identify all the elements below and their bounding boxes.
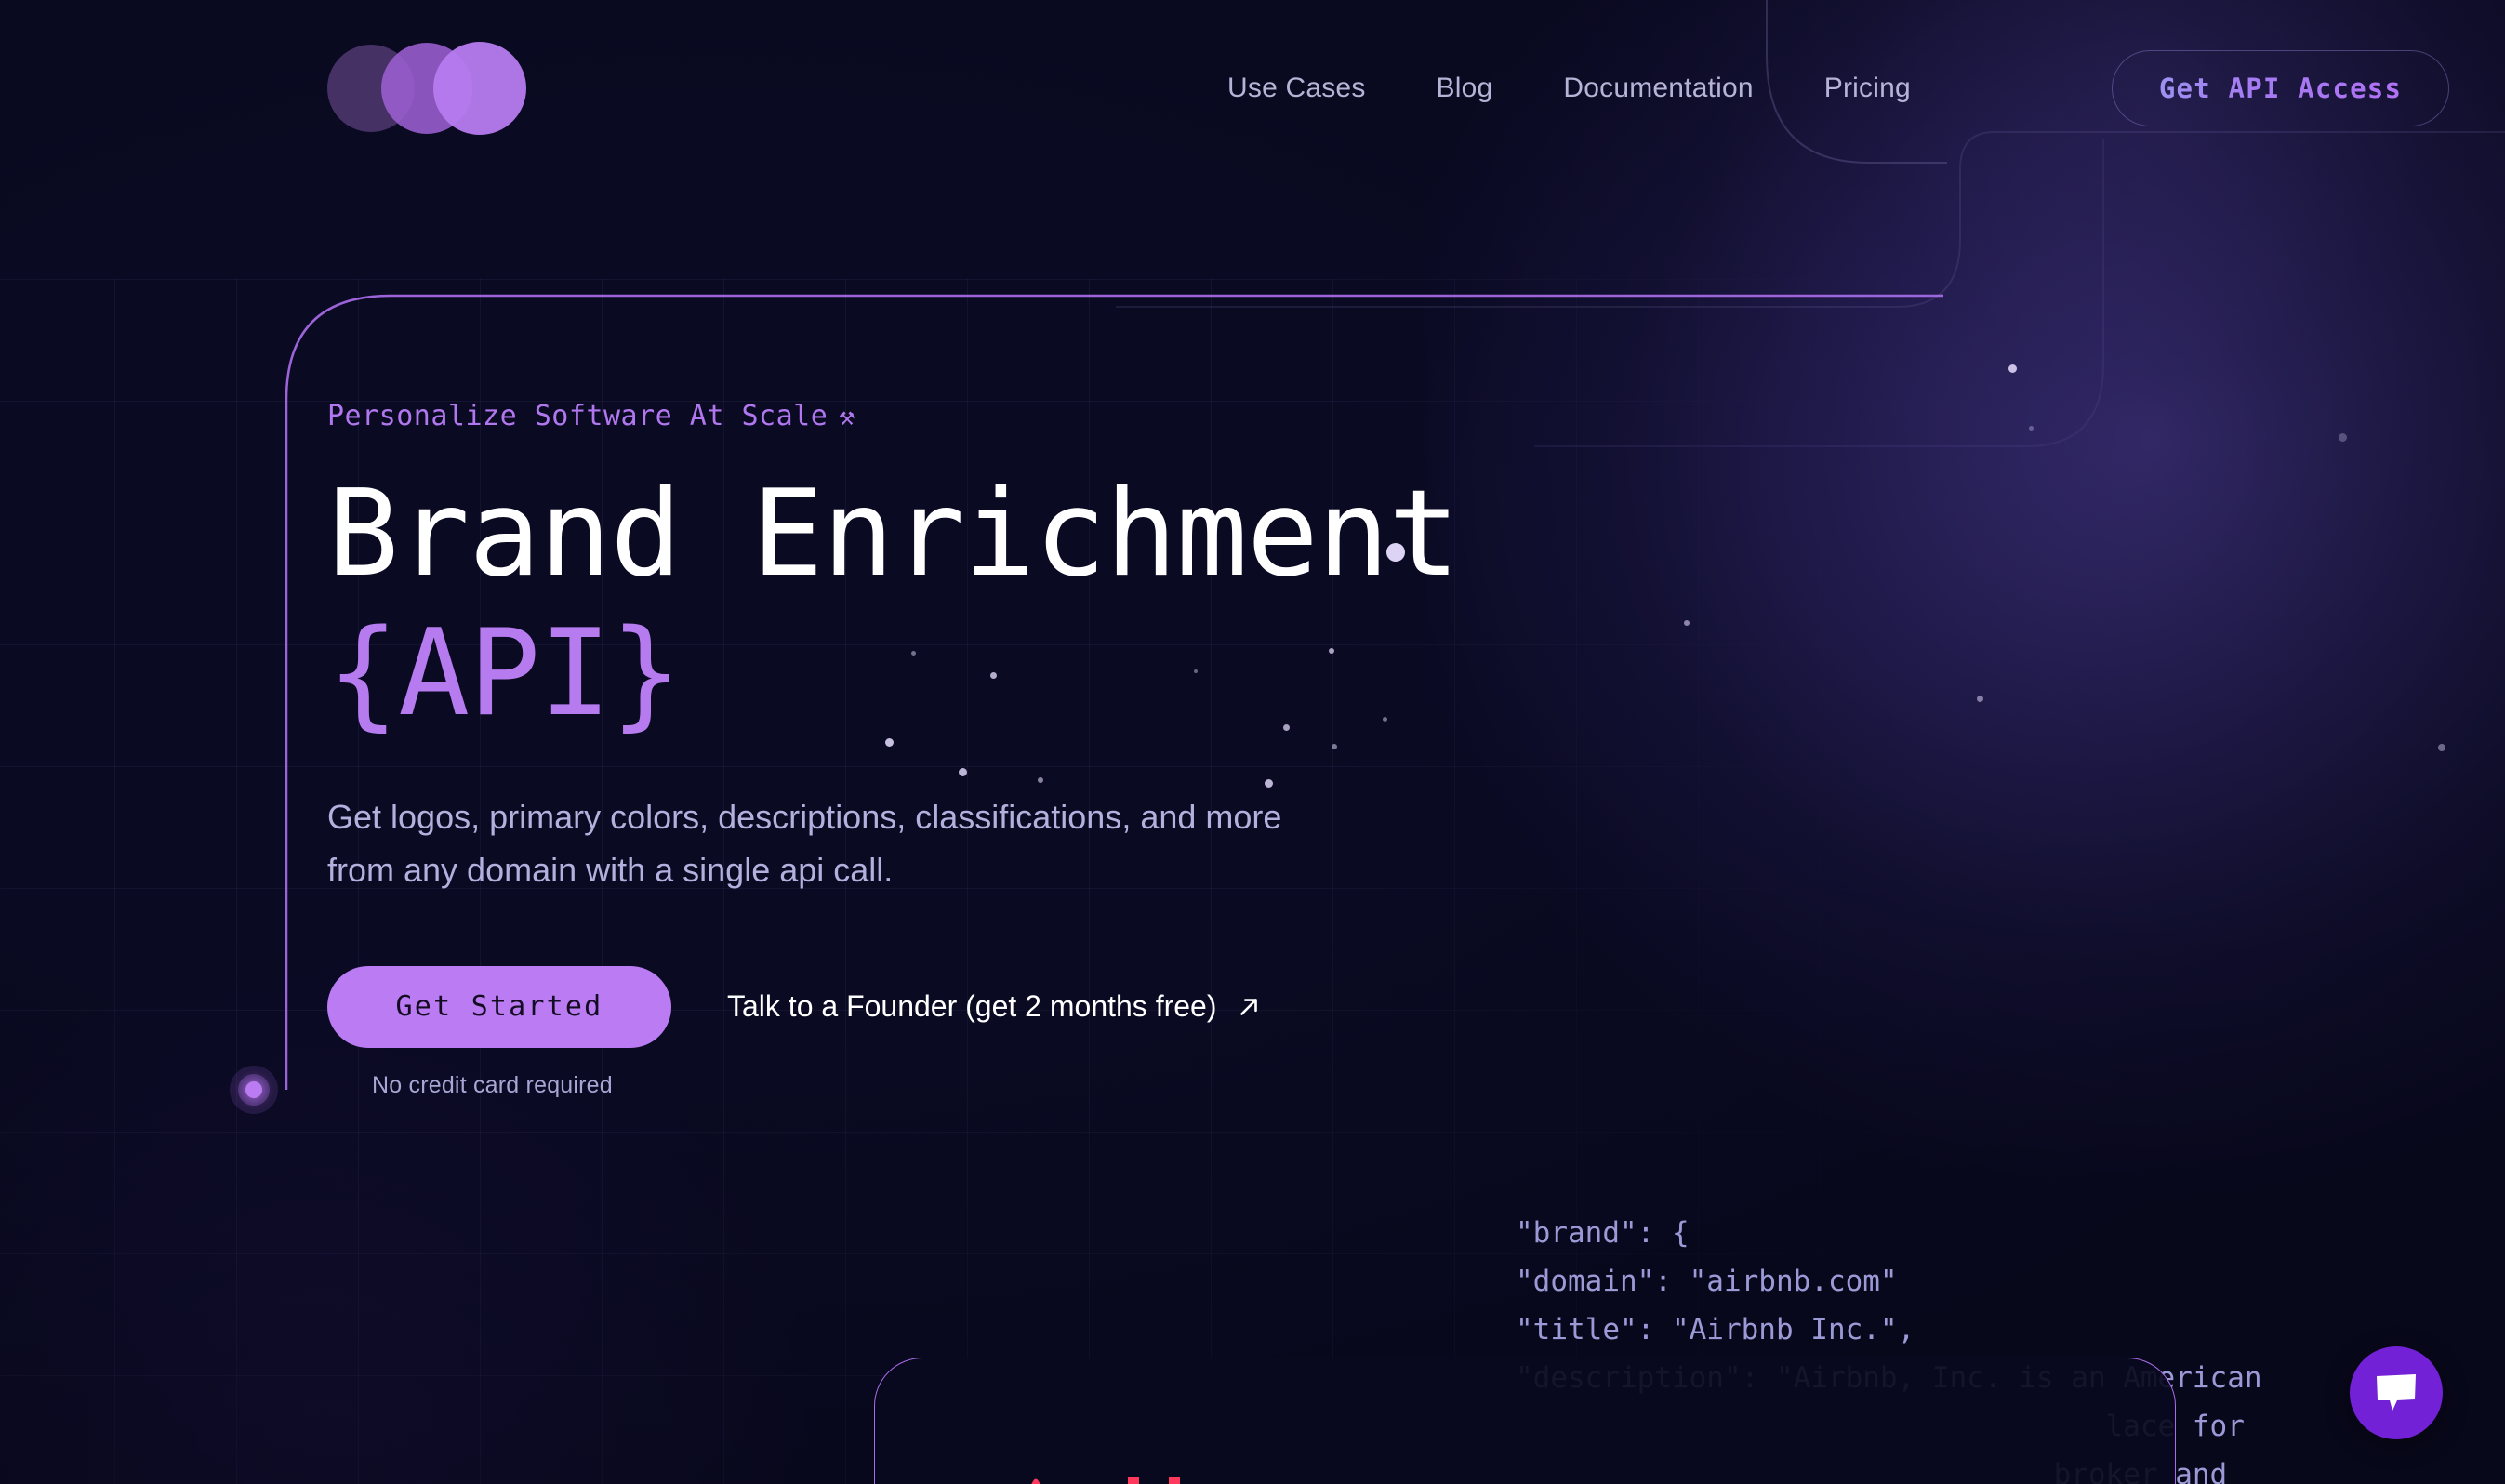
hero-cta-row: Get Started Talk to a Founder (get 2 mon… [327, 965, 2280, 1048]
arrow-up-right-icon [1240, 998, 1258, 1015]
nav-item-blog[interactable]: Blog [1401, 73, 1529, 104]
hammer-icon: ⚒ [839, 401, 855, 431]
hero-section: Personalize Software At Scale ⚒ Brand Enr… [327, 400, 2280, 1099]
site-header: Use Cases Blog Documentation Pricing Get… [0, 0, 2505, 177]
headline-line-1: Brand Enrichment [327, 465, 1460, 603]
get-started-button[interactable]: Get Started [327, 965, 671, 1048]
get-api-access-button[interactable]: Get API Access [2111, 50, 2450, 126]
headline-line-2: {API} [327, 604, 682, 743]
page-root: Use Cases Blog Documentation Pricing Get… [0, 0, 2505, 1484]
three-circles-logo[interactable] [327, 33, 571, 143]
talk-to-founder-label: Talk to a Founder (get 2 months free) [727, 989, 1217, 1024]
airbnb-mark-icon [1031, 1478, 1040, 1484]
hero-eyebrow-text: Personalize Software At Scale [327, 400, 828, 432]
connection-node-icon [230, 1066, 278, 1114]
chat-bubble-icon [2377, 1374, 2416, 1411]
chat-widget-button[interactable] [2350, 1346, 2443, 1439]
nav-item-documentation[interactable]: Documentation [1528, 73, 1788, 104]
talk-to-founder-link[interactable]: Talk to a Founder (get 2 months free) [727, 989, 1263, 1024]
brand-preview-card[interactable] [874, 1358, 2176, 1484]
nav-item-pricing[interactable]: Pricing [1789, 73, 1946, 104]
airbnb-logo-icon [1005, 1470, 1321, 1484]
page-title: Brand Enrichment {API} [327, 475, 2280, 734]
logo-icon [327, 42, 526, 135]
airbnb-wordmark-icon [1128, 1477, 1180, 1484]
hero-subtitle: Get logos, primary colors, descriptions,… [327, 798, 1282, 889]
hero-eyebrow: Personalize Software At Scale ⚒ [327, 400, 2280, 432]
no-credit-card-note: No credit card required [372, 1071, 613, 1098]
nav-item-use-cases[interactable]: Use Cases [1192, 73, 1401, 104]
primary-navigation: Use Cases Blog Documentation Pricing [1192, 73, 1946, 104]
